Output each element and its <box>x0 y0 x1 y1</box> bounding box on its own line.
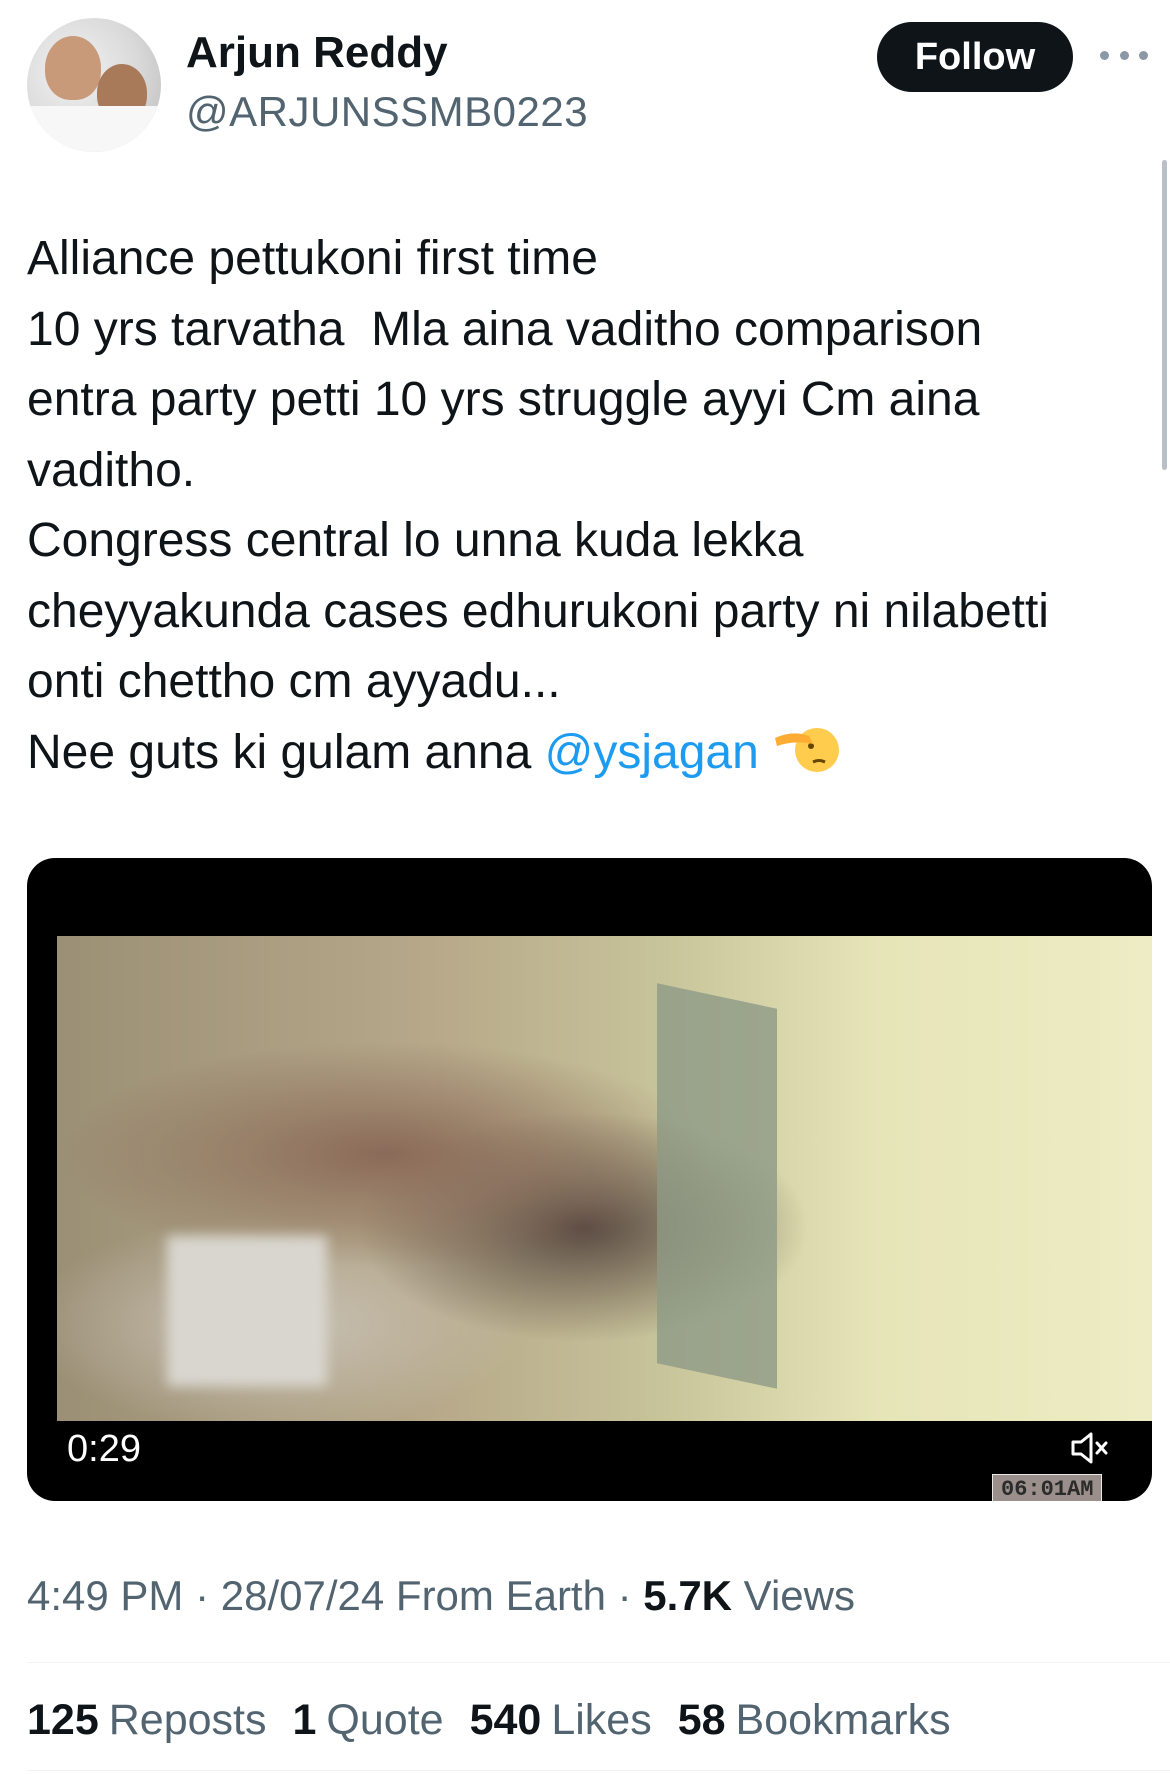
tweet-line: vaditho. <box>27 443 196 497</box>
more-dot <box>1139 50 1148 60</box>
scrollbar[interactable] <box>1162 160 1167 470</box>
follow-button[interactable]: Follow <box>877 22 1073 92</box>
post-location: From Earth <box>384 1572 606 1619</box>
mention-link[interactable]: @ysjagan <box>545 726 759 779</box>
meta-separator: · <box>605 1572 644 1619</box>
tweet-line: onti chettho cm ayyadu... <box>27 655 561 708</box>
tweet-line: cheyyakunda cases edhurukoni party ni ni… <box>27 584 1049 638</box>
video-duration: 0:29 <box>67 1428 141 1470</box>
reposts-stat[interactable]: 125 Reposts <box>27 1696 267 1745</box>
bookmarks-label: Bookmarks <box>735 1696 951 1744</box>
bookmarks-count: 58 <box>677 1696 726 1744</box>
post-time[interactable]: 4:49 PM <box>27 1572 183 1619</box>
tweet-line: Nee guts ki gulam anna <box>27 725 545 779</box>
tweet-line: 10 yrs tarvatha Mla aina vaditho compari… <box>27 302 983 356</box>
author-name[interactable]: Arjun Reddy <box>186 28 448 78</box>
saluting-face-icon <box>773 718 839 776</box>
tweet-meta: 4:49 PM · 28/07/24 From Earth · 5.7K Vie… <box>27 1572 855 1620</box>
likes-label: Likes <box>551 1696 652 1744</box>
more-dot <box>1100 50 1109 60</box>
video-scene-blur <box>167 1236 327 1386</box>
quotes-stat[interactable]: 1 Quote <box>293 1696 444 1745</box>
meta-separator: · <box>183 1572 221 1619</box>
author-handle[interactable]: @ARJUNSSMB0223 <box>186 88 588 136</box>
views-count: 5.7K <box>643 1572 733 1619</box>
avatar-face-left <box>45 36 101 100</box>
tweet-text: Alliance pettukoni first time 10 yrs tar… <box>27 224 1147 788</box>
bookmarks-stat[interactable]: 58 Bookmarks <box>678 1696 951 1745</box>
tweet-detail: Arjun Reddy @ARJUNSSMB0223 Follow Allian… <box>0 0 1170 1775</box>
post-date[interactable]: 28/07/24 <box>221 1572 385 1619</box>
engagement-stats: 125 Reposts 1 Quote 540 Likes 58 Bookmarks <box>27 1696 951 1745</box>
views-label: Views <box>732 1572 855 1619</box>
avatar-shirt <box>27 106 161 152</box>
tweet-line: entra party petti 10 yrs struggle ayyi C… <box>27 373 980 426</box>
reposts-count: 125 <box>27 1696 99 1744</box>
more-icon[interactable] <box>1100 40 1148 70</box>
quotes-count: 1 <box>292 1696 317 1744</box>
quotes-label: Quote <box>326 1696 444 1744</box>
video-frame[interactable]: 06:01AM <box>57 936 1152 1501</box>
more-dot <box>1119 50 1129 60</box>
likes-stat[interactable]: 540 Likes <box>470 1696 652 1745</box>
video-timestamp-overlay: 06:01AM <box>992 1474 1103 1501</box>
reposts-label: Reposts <box>108 1696 267 1744</box>
likes-count: 540 <box>469 1696 542 1744</box>
tweet-line: Congress central lo unna kuda lekka <box>27 514 804 567</box>
tweet-line: Alliance pettukoni first time <box>27 232 598 285</box>
video-scene-door <box>657 983 777 1389</box>
divider <box>27 1662 1170 1663</box>
volume-muted-icon[interactable] <box>1060 1418 1120 1478</box>
avatar[interactable] <box>27 18 161 152</box>
video-player[interactable]: 06:01AM 0:29 <box>27 858 1152 1501</box>
tweet-last-line: Nee guts ki gulam anna @ysjagan <box>27 718 1147 789</box>
divider <box>27 1770 1170 1771</box>
